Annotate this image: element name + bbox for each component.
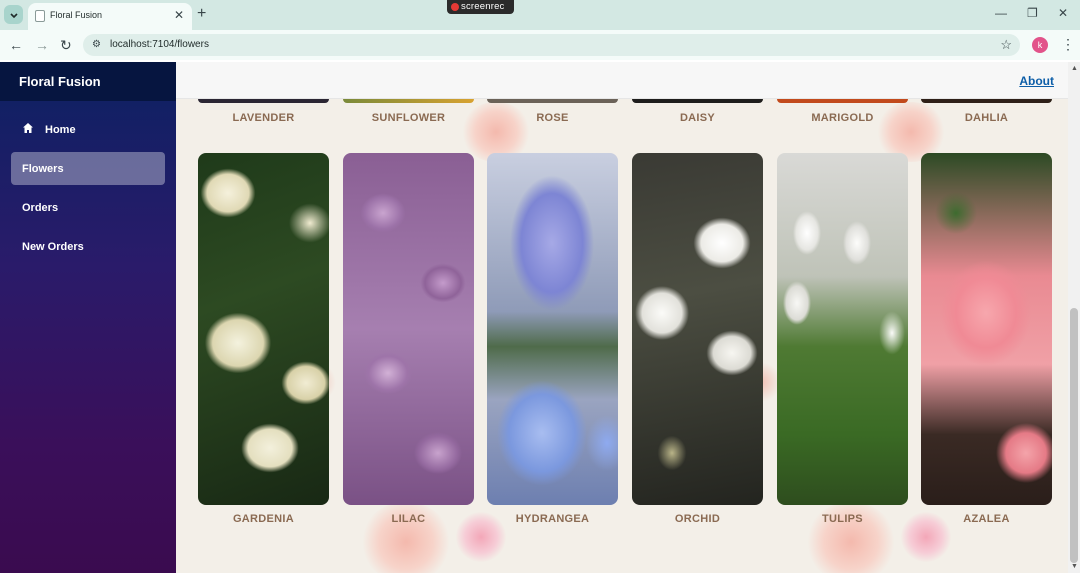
minimize-icon[interactable]: — bbox=[995, 6, 1007, 20]
about-link[interactable]: About bbox=[1019, 74, 1054, 88]
sidebar-item-home[interactable]: Home bbox=[11, 113, 165, 146]
sunflower-card-edge[interactable] bbox=[343, 99, 474, 103]
page-favicon-icon bbox=[35, 10, 45, 22]
sidebar: Floral Fusion Home Flowers Orders New Or… bbox=[0, 62, 176, 573]
sidebar-item-flowers[interactable]: Flowers bbox=[11, 152, 165, 185]
flower-label-dahlia[interactable]: DAHLIA bbox=[921, 112, 1052, 124]
page-scrollbar[interactable]: ▲ ▼ bbox=[1068, 62, 1080, 573]
brand-title: Floral Fusion bbox=[0, 62, 176, 101]
record-dot-icon bbox=[451, 3, 459, 11]
marigold-card-edge[interactable] bbox=[777, 99, 908, 103]
home-icon bbox=[22, 122, 34, 137]
flower-label-gardenia[interactable]: GARDENIA bbox=[198, 513, 329, 525]
scrollbar-thumb[interactable] bbox=[1070, 308, 1078, 563]
maximize-icon[interactable]: ❐ bbox=[1027, 6, 1038, 20]
new-tab-button[interactable]: + bbox=[197, 5, 206, 23]
flower-card-tulips[interactable] bbox=[777, 153, 908, 505]
daisy-card-edge[interactable] bbox=[632, 99, 763, 103]
browser-tab[interactable]: Floral Fusion ✕ bbox=[28, 3, 192, 30]
forward-icon[interactable]: → bbox=[35, 37, 49, 53]
tab-search-icon[interactable] bbox=[4, 5, 23, 24]
flower-label-tulips[interactable]: TULIPS bbox=[777, 513, 908, 525]
flower-card-hydrangea[interactable] bbox=[487, 153, 618, 505]
flower-card-orchid[interactable] bbox=[632, 153, 763, 505]
tab-close-icon[interactable]: ✕ bbox=[174, 8, 184, 22]
flower-card-azalea[interactable] bbox=[921, 153, 1052, 505]
flower-label-azalea[interactable]: AZALEA bbox=[921, 513, 1052, 525]
flower-card-lilac[interactable] bbox=[343, 153, 474, 505]
sidebar-item-label: Flowers bbox=[22, 163, 64, 175]
address-bar[interactable]: ⚙ localhost:7104/flowers ☆ bbox=[83, 34, 1020, 56]
rose-card-edge[interactable] bbox=[487, 99, 618, 103]
dahlia-card-edge[interactable] bbox=[921, 99, 1052, 103]
browser-toolbar: ← → ↻ ⚙ localhost:7104/flowers ☆ bbox=[0, 30, 1080, 60]
sidebar-item-orders[interactable]: Orders bbox=[11, 191, 165, 224]
scroll-up-icon[interactable]: ▲ bbox=[1071, 65, 1078, 72]
top-navbar: About bbox=[176, 62, 1070, 99]
sidebar-item-label: Orders bbox=[22, 202, 59, 214]
flower-card-gardenia[interactable] bbox=[198, 153, 329, 505]
flower-label-lavender[interactable]: LAVENDER bbox=[198, 112, 329, 124]
sidebar-item-label: New Orders bbox=[22, 241, 84, 253]
back-icon[interactable]: ← bbox=[9, 37, 23, 53]
flower-label-sunflower[interactable]: SUNFLOWER bbox=[343, 112, 474, 124]
main-content: About LAVENDER SUNFLOWER ROSE DAISY MARI… bbox=[176, 62, 1080, 573]
star-icon[interactable]: ☆ bbox=[1000, 37, 1012, 53]
flower-label-daisy[interactable]: DAISY bbox=[632, 112, 763, 124]
recorder-label: screenrec bbox=[461, 1, 505, 12]
flower-label-orchid[interactable]: ORCHID bbox=[632, 513, 763, 525]
lavender-card-edge[interactable] bbox=[198, 99, 329, 103]
reload-icon[interactable]: ↻ bbox=[60, 37, 72, 53]
flower-label-marigold[interactable]: MARIGOLD bbox=[777, 112, 908, 124]
browser-titlebar: Floral Fusion ✕ + screenrec — ❐ ✕ bbox=[0, 0, 1080, 30]
sidebar-item-new-orders[interactable]: New Orders bbox=[11, 230, 165, 263]
scroll-down-icon[interactable]: ▼ bbox=[1071, 563, 1078, 570]
profile-avatar[interactable]: k bbox=[1032, 37, 1048, 53]
flower-label-rose[interactable]: ROSE bbox=[487, 112, 618, 124]
url-text[interactable]: localhost:7104/flowers bbox=[110, 39, 209, 50]
screen-recorder-badge: screenrec bbox=[447, 0, 514, 14]
close-icon[interactable]: ✕ bbox=[1058, 6, 1068, 20]
flower-label-hydrangea[interactable]: HYDRANGEA bbox=[487, 513, 618, 525]
sidebar-item-label: Home bbox=[45, 124, 76, 136]
site-info-icon[interactable]: ⚙ bbox=[92, 39, 104, 51]
tab-title: Floral Fusion bbox=[50, 10, 103, 20]
flower-label-lilac[interactable]: LILAC bbox=[343, 513, 474, 525]
menu-icon[interactable]: ⋮ bbox=[1061, 36, 1075, 52]
